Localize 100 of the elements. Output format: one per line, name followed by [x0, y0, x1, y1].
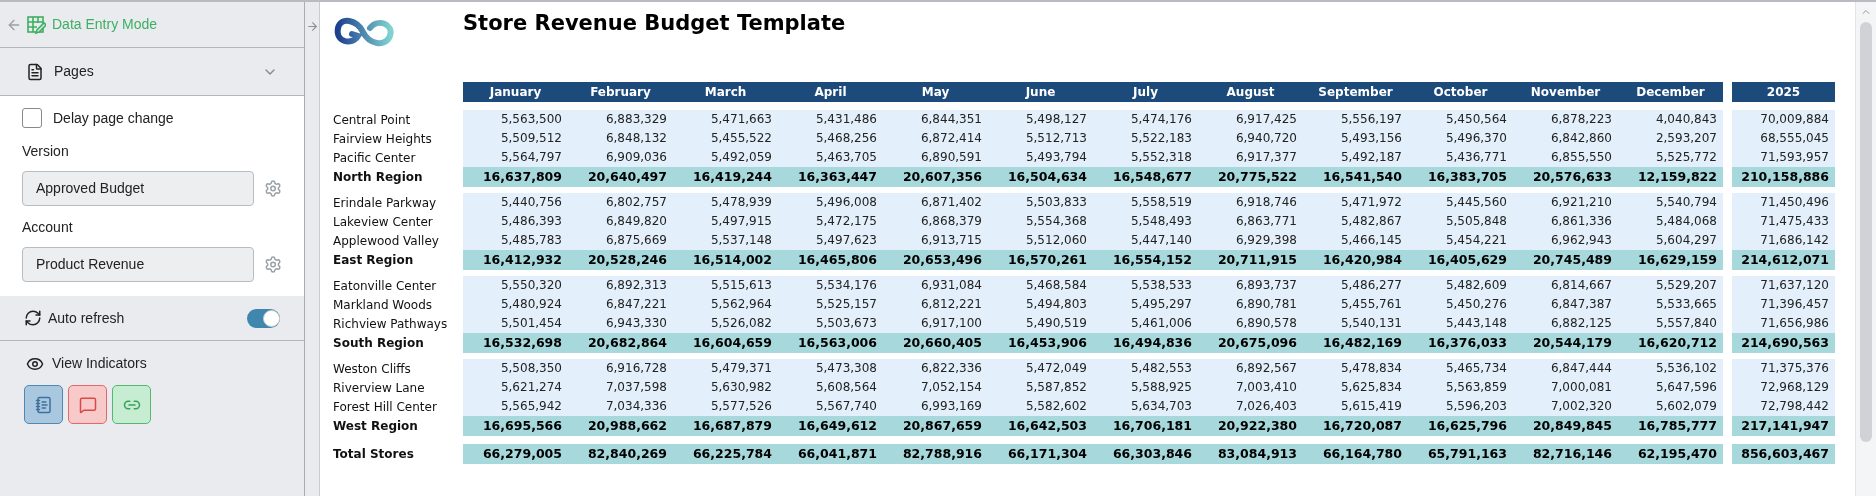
table-cell: 5,588,925 [1093, 378, 1198, 397]
table-cell: 5,558,519 [1093, 193, 1198, 212]
table-cell: 5,473,308 [778, 359, 883, 378]
table-cell: 16,419,244 [673, 167, 778, 187]
table-cell: 5,455,761 [1303, 295, 1408, 314]
checkbox[interactable] [22, 108, 42, 128]
table-cell: 16,532,698 [463, 333, 568, 353]
table-cell: 5,484,068 [1618, 212, 1723, 231]
table-cell: 5,548,493 [1093, 212, 1198, 231]
table-cell: 20,988,662 [568, 416, 673, 436]
table-cell: 5,565,942 [463, 397, 568, 416]
table-cell: 16,604,659 [673, 333, 778, 353]
table-cell: 20,745,489 [1513, 250, 1618, 270]
table-cell: 6,993,169 [883, 397, 988, 416]
table-cell: 20,867,659 [883, 416, 988, 436]
table-cell: 5,472,175 [778, 212, 883, 231]
report-title: Store Revenue Budget Template [463, 10, 846, 36]
table-cell: 7,003,410 [1198, 378, 1303, 397]
row-label: Fairview Heights [333, 130, 433, 148]
table-cell: 5,522,183 [1093, 129, 1198, 148]
table-cell: 70,009,884 [1732, 110, 1835, 129]
table-cell: 5,537,148 [673, 231, 778, 250]
table-cell: 16,383,705 [1408, 167, 1513, 187]
table-cell: 5,443,148 [1408, 314, 1513, 333]
table-cell: 5,447,140 [1093, 231, 1198, 250]
table-cell: 5,468,584 [988, 276, 1093, 295]
table-cell: 7,037,598 [568, 378, 673, 397]
table-cell: 5,492,187 [1303, 148, 1408, 167]
table-cell: 16,620,712 [1618, 333, 1723, 353]
settings-icon[interactable] [263, 179, 282, 198]
table-cell: 6,847,387 [1513, 295, 1618, 314]
table-cell: 16,412,932 [463, 250, 568, 270]
table-cell: 6,916,728 [568, 359, 673, 378]
row-label: Total Stores [333, 446, 415, 463]
table-cell: 20,576,633 [1513, 167, 1618, 187]
indicator-button[interactable] [68, 385, 107, 424]
table-cell: 16,695,566 [463, 416, 568, 436]
select-field[interactable]: Approved Budget [22, 171, 254, 206]
table-cell: 5,468,256 [778, 129, 883, 148]
table-cell: 5,512,713 [988, 129, 1093, 148]
table-cell: 16,494,836 [1093, 333, 1198, 353]
table-cell: 5,503,673 [778, 314, 883, 333]
table-cell: 66,171,304 [988, 444, 1093, 464]
table-cell: 7,002,320 [1513, 397, 1618, 416]
table-cell: 71,396,457 [1732, 295, 1835, 314]
table-cell: 5,552,318 [1093, 148, 1198, 167]
table-cell: 5,450,564 [1408, 110, 1513, 129]
table-cell: 6,812,221 [883, 295, 988, 314]
table-cell: 71,593,957 [1732, 148, 1835, 167]
scrollbar[interactable] [1855, 2, 1876, 496]
table-cell: 6,892,313 [568, 276, 673, 295]
table-cell: 5,472,049 [988, 359, 1093, 378]
table-cell: 6,844,351 [883, 110, 988, 129]
table-cell: 68,555,045 [1732, 129, 1835, 148]
table-cell: 5,490,519 [988, 314, 1093, 333]
table-cell: 6,931,084 [883, 276, 988, 295]
table-cell: 5,496,008 [778, 193, 883, 212]
table-cell: 5,577,526 [673, 397, 778, 416]
table-cell: 66,225,784 [673, 444, 778, 464]
table-cell: 16,363,447 [778, 167, 883, 187]
table-cell: 5,454,221 [1408, 231, 1513, 250]
table-cell: 5,478,834 [1303, 359, 1408, 378]
table-cell: 217,141,947 [1732, 416, 1835, 436]
toggle-switch[interactable] [247, 308, 280, 328]
table-cell: 5,482,609 [1408, 276, 1513, 295]
table-cell: 16,541,540 [1303, 167, 1408, 187]
table-cell: 16,453,906 [988, 333, 1093, 353]
table-cell: 5,482,553 [1093, 359, 1198, 378]
table-cell: 5,450,276 [1408, 295, 1513, 314]
table-cell: 20,849,845 [1513, 416, 1618, 436]
select-field[interactable]: Product Revenue [22, 247, 254, 282]
table-cell: 16,554,152 [1093, 250, 1198, 270]
table-cell: 5,493,794 [988, 148, 1093, 167]
table-cell: 82,840,269 [568, 444, 673, 464]
table-cell: 5,508,350 [463, 359, 568, 378]
row-label: Weston Cliffs [333, 360, 412, 378]
table-cell: 16,625,796 [1408, 416, 1513, 436]
table-cell: 5,536,102 [1618, 359, 1723, 378]
table-cell: 5,505,848 [1408, 212, 1513, 231]
forward-arrow-icon[interactable] [305, 20, 319, 33]
row-label: Erindale Parkway [333, 194, 438, 212]
indicator-button[interactable] [24, 385, 63, 424]
table-cell: 6,940,720 [1198, 129, 1303, 148]
table-cell: 5,533,665 [1618, 295, 1723, 314]
table-cell: 5,463,705 [778, 148, 883, 167]
table-cell: 20,653,496 [883, 250, 988, 270]
table-cell: 66,279,005 [463, 444, 568, 464]
settings-icon[interactable] [263, 255, 282, 274]
table-cell: 5,471,663 [673, 110, 778, 129]
row-label: Applewood Valley [333, 232, 440, 250]
table-cell: 6,814,667 [1513, 276, 1618, 295]
column-header: 2025 [1732, 82, 1835, 102]
table-cell: 6,918,746 [1198, 193, 1303, 212]
table-cell: 7,034,336 [568, 397, 673, 416]
indicator-button[interactable] [112, 385, 151, 424]
table-cell: 62,195,470 [1618, 444, 1723, 464]
table-cell: 16,570,261 [988, 250, 1093, 270]
table-cell: 6,890,781 [1198, 295, 1303, 314]
column-header: July [1093, 82, 1198, 102]
table-cell: 6,871,402 [883, 193, 988, 212]
